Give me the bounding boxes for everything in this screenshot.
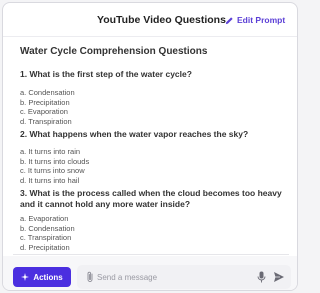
edit-prompt-button[interactable]: Edit Prompt: [225, 13, 285, 27]
mic-icon[interactable]: [257, 271, 266, 283]
option-2a: a. It turns into rain: [20, 147, 81, 156]
option-2d: d. It turns into hail: [20, 175, 80, 185]
document-title: Water Cycle Comprehension Questions: [20, 46, 208, 57]
option-1b: b. Precipitation: [20, 97, 70, 107]
option-1c: c. Evaporation: [20, 107, 68, 116]
option-1d: d. Transpiration: [20, 116, 72, 126]
paperclip-icon[interactable]: [85, 271, 95, 283]
question-3-options: a. Evaporation b. Condensation c. Transp…: [20, 214, 75, 252]
send-icon[interactable]: [273, 271, 285, 283]
header-bar: YouTube Video Questions Edit Prompt: [3, 3, 297, 37]
composer-bar: Actions: [3, 256, 297, 290]
option-3c: c. Transpiration: [20, 233, 72, 242]
option-1a: a. Condensation: [20, 88, 75, 97]
message-input[interactable]: [97, 269, 237, 285]
message-box: [77, 265, 291, 289]
question-2-options: a. It turns into rain b. It turns into c…: [20, 147, 89, 185]
document-panel: Water Cycle Comprehension Questions 1. W…: [13, 37, 289, 255]
option-3d: d. Precipitation: [20, 242, 70, 252]
question-2: 2. What happens when the water vapor rea…: [20, 129, 249, 139]
page-title: YouTube Video Questions: [97, 14, 226, 26]
question-1: 1. What is the first step of the water c…: [20, 69, 192, 79]
sparkle-icon: [21, 273, 30, 281]
pencil-icon: [225, 16, 233, 24]
edit-prompt-label: Edit Prompt: [237, 15, 286, 25]
option-3a: a. Evaporation: [20, 214, 69, 223]
question-3: 3. What is the process called when the c…: [20, 188, 282, 209]
actions-label: Actions: [33, 272, 63, 282]
option-2c: c. It turns into snow: [20, 166, 85, 175]
app-window: YouTube Video Questions Edit Prompt Wate…: [2, 2, 298, 291]
option-3b: b. Condensation: [20, 223, 75, 233]
actions-button[interactable]: Actions: [13, 267, 71, 287]
question-1-options: a. Condensation b. Precipitation c. Evap…: [20, 88, 75, 126]
option-2b: b. It turns into clouds: [20, 156, 90, 166]
